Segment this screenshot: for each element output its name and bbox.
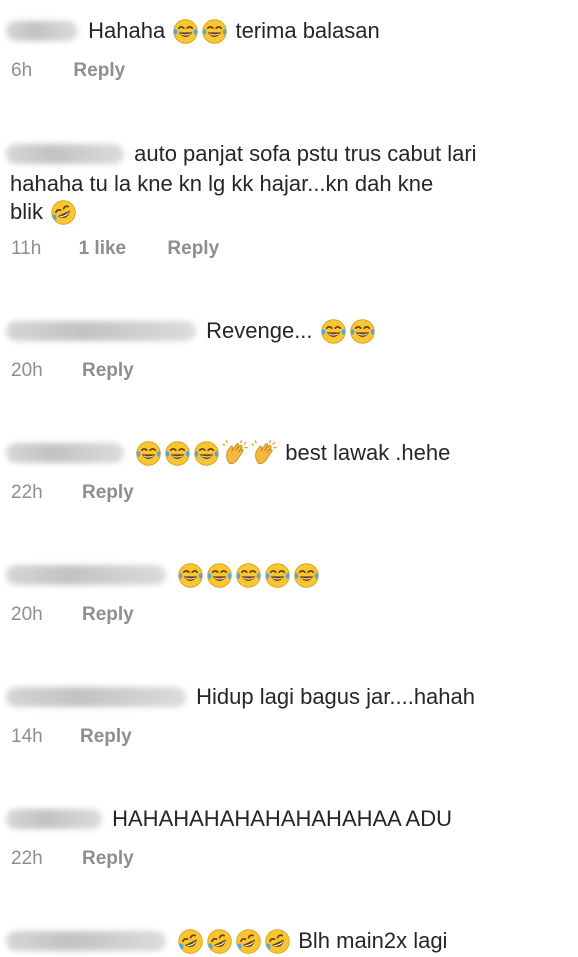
reply-button[interactable]: Reply: [82, 359, 134, 383]
rolling-on-floor-laughing-icon: [235, 928, 262, 955]
comment-text: auto panjat sofa pstu trus cabut lari: [134, 141, 477, 167]
face-with-tears-of-joy-icon: [164, 440, 191, 467]
comment-text: hahaha tu la kne kn lg kk hajar...kn dah…: [10, 171, 434, 197]
comment-text: Blh main2x lagi: [298, 928, 448, 954]
comment-text: HAHAHAHAHAHAHAHAHAA ADU: [112, 806, 452, 832]
face-with-tears-of-joy-icon: [293, 562, 320, 589]
reply-button[interactable]: Reply: [82, 603, 134, 627]
username-blurred[interactable]: [6, 321, 196, 342]
comment-time: 22h: [11, 848, 43, 869]
face-with-tears-of-joy-icon: [177, 562, 204, 589]
rolling-on-floor-laughing-icon: [50, 199, 77, 226]
face-with-tears-of-joy-icon: [349, 318, 376, 345]
rolling-on-floor-laughing-icon: [206, 928, 233, 955]
comment-time: 6h: [11, 60, 33, 81]
reply-button[interactable]: Reply: [167, 237, 219, 261]
username-blurred[interactable]: [6, 931, 166, 952]
username-blurred[interactable]: [6, 809, 102, 830]
reply-button[interactable]: Reply: [82, 481, 134, 505]
username-blurred[interactable]: [6, 565, 166, 586]
reply-button[interactable]: Reply: [82, 847, 134, 871]
comment-text: blik: [10, 199, 44, 225]
username-blurred[interactable]: [6, 21, 78, 42]
face-with-tears-of-joy-icon: [193, 440, 220, 467]
rolling-on-floor-laughing-icon: [264, 928, 291, 955]
username-blurred[interactable]: [6, 687, 186, 708]
likes-count[interactable]: 1 like: [79, 237, 127, 261]
face-with-tears-of-joy-icon: [135, 440, 162, 467]
face-with-tears-of-joy-icon: [235, 562, 262, 589]
reply-button[interactable]: Reply: [80, 725, 132, 749]
face-with-tears-of-joy-icon: [206, 562, 233, 589]
comment-time: 20h: [11, 360, 43, 381]
comment-text: Revenge...: [206, 318, 313, 344]
clapping-hands-icon: [222, 440, 249, 467]
clapping-hands-icon: [251, 440, 278, 467]
comment-text: terima balasan: [235, 18, 380, 44]
username-blurred[interactable]: [6, 443, 124, 464]
face-with-tears-of-joy-icon: [201, 18, 228, 45]
comment-time: 11h: [11, 238, 42, 259]
comment-time: 22h: [11, 482, 43, 503]
comment-time: 14h: [11, 726, 43, 747]
comment-text: best lawak .hehe: [285, 440, 451, 466]
face-with-tears-of-joy-icon: [172, 18, 199, 45]
face-with-tears-of-joy-icon: [264, 562, 291, 589]
username-blurred[interactable]: [6, 144, 124, 165]
reply-button[interactable]: Reply: [73, 59, 125, 83]
comment-text: Hahaha: [88, 18, 166, 44]
comment-text: Hidup lagi bagus jar....hahah: [196, 684, 475, 710]
comment-time: 20h: [11, 604, 43, 625]
rolling-on-floor-laughing-icon: [177, 928, 204, 955]
face-with-tears-of-joy-icon: [320, 318, 347, 345]
